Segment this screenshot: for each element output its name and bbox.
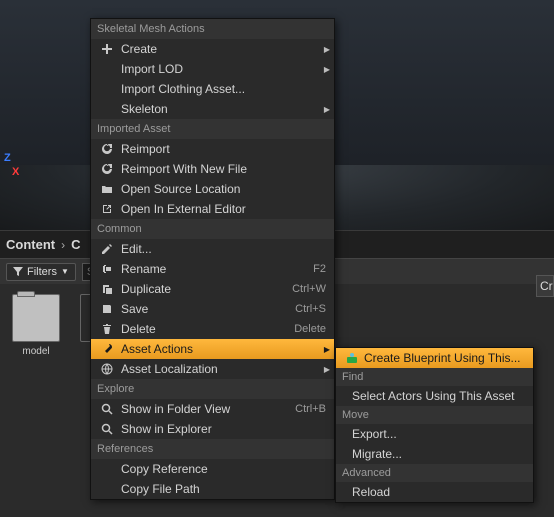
chevron-down-icon: ▼ bbox=[61, 267, 69, 276]
ctx-skeleton-label: Skeleton bbox=[121, 102, 320, 116]
breadcrumb-root[interactable]: Content bbox=[6, 237, 55, 252]
sub-migrate-label: Migrate... bbox=[352, 447, 533, 461]
ctx-reimport-new-label: Reimport With New File bbox=[121, 162, 334, 176]
ctx-header-skeletal: Skeletal Mesh Actions bbox=[91, 19, 334, 39]
ctx-delete[interactable]: Delete Delete bbox=[91, 319, 334, 339]
ctx-asset-localization-label: Asset Localization bbox=[121, 362, 320, 376]
magnifier-icon bbox=[99, 421, 115, 437]
sub-header-move: Move bbox=[336, 406, 533, 424]
breadcrumb-current[interactable]: C bbox=[71, 237, 80, 252]
folder-icon bbox=[12, 294, 60, 342]
external-icon bbox=[99, 201, 115, 217]
ctx-asset-actions[interactable]: Asset Actions bbox=[91, 339, 334, 359]
axis-z-label: Z bbox=[4, 152, 11, 164]
funnel-icon bbox=[13, 267, 23, 277]
ctx-create-label: Create bbox=[121, 42, 320, 56]
ctx-delete-shortcut: Delete bbox=[294, 323, 334, 335]
truncated-button[interactable]: Cr bbox=[536, 275, 554, 297]
ctx-rename[interactable]: Rename F2 bbox=[91, 259, 334, 279]
breadcrumb-chevron: › bbox=[61, 238, 65, 252]
ctx-header-references: References bbox=[91, 439, 334, 459]
sub-select-actors[interactable]: Select Actors Using This Asset bbox=[336, 386, 533, 406]
filters-label: Filters bbox=[27, 266, 57, 278]
ctx-folder-view[interactable]: Show in Folder View Ctrl+B bbox=[91, 399, 334, 419]
ctx-reimport-new[interactable]: Reimport With New File bbox=[91, 159, 334, 179]
ctx-rename-label: Rename bbox=[121, 262, 313, 276]
ctx-header-common: Common bbox=[91, 219, 334, 239]
globe-icon bbox=[99, 361, 115, 377]
asset-actions-submenu: Create Blueprint Using This... Find Sele… bbox=[335, 347, 534, 503]
ctx-duplicate[interactable]: Duplicate Ctrl+W bbox=[91, 279, 334, 299]
ctx-explorer-label: Show in Explorer bbox=[121, 422, 334, 436]
ctx-open-source[interactable]: Open Source Location bbox=[91, 179, 334, 199]
ctx-copy-ref-label: Copy Reference bbox=[121, 462, 334, 476]
ctx-import-lod[interactable]: Import LOD bbox=[91, 59, 334, 79]
ctx-edit[interactable]: Edit... bbox=[91, 239, 334, 259]
ctx-clothing[interactable]: Import Clothing Asset... bbox=[91, 79, 334, 99]
ctx-clothing-label: Import Clothing Asset... bbox=[121, 82, 334, 96]
sub-migrate[interactable]: Migrate... bbox=[336, 444, 533, 464]
ctx-reimport-label: Reimport bbox=[121, 142, 334, 156]
ctx-create[interactable]: Create bbox=[91, 39, 334, 59]
sub-header-advanced: Advanced bbox=[336, 464, 533, 482]
ctx-open-source-label: Open Source Location bbox=[121, 182, 334, 196]
pencil-icon bbox=[99, 241, 115, 257]
ctx-duplicate-shortcut: Ctrl+W bbox=[292, 283, 334, 295]
asset-folder[interactable]: model bbox=[8, 294, 64, 357]
ctx-header-explore: Explore bbox=[91, 379, 334, 399]
duplicate-icon bbox=[99, 281, 115, 297]
sub-reload[interactable]: Reload bbox=[336, 482, 533, 502]
sub-export-label: Export... bbox=[352, 427, 533, 441]
ctx-copy-ref[interactable]: Copy Reference bbox=[91, 459, 334, 479]
ctx-rename-shortcut: F2 bbox=[313, 263, 334, 275]
ctx-asset-actions-label: Asset Actions bbox=[121, 342, 320, 356]
sub-create-blueprint[interactable]: Create Blueprint Using This... bbox=[336, 348, 533, 368]
blueprint-icon bbox=[344, 350, 360, 366]
context-menu: Skeletal Mesh Actions Create Import LOD … bbox=[90, 18, 335, 500]
wrench-icon bbox=[99, 341, 115, 357]
plus-icon bbox=[99, 41, 115, 57]
ctx-asset-localization[interactable]: Asset Localization bbox=[91, 359, 334, 379]
filters-button[interactable]: Filters ▼ bbox=[6, 263, 76, 281]
ctx-reimport[interactable]: Reimport bbox=[91, 139, 334, 159]
ctx-folder-view-label: Show in Folder View bbox=[121, 402, 295, 416]
ctx-save-shortcut: Ctrl+S bbox=[295, 303, 334, 315]
trash-icon bbox=[99, 321, 115, 337]
ctx-import-lod-label: Import LOD bbox=[121, 62, 320, 76]
truncated-button-label: Cr bbox=[540, 279, 553, 293]
ctx-open-external-label: Open In External Editor bbox=[121, 202, 334, 216]
ctx-header-imported: Imported Asset bbox=[91, 119, 334, 139]
ctx-save-label: Save bbox=[121, 302, 295, 316]
ctx-skeleton[interactable]: Skeleton bbox=[91, 99, 334, 119]
ctx-folder-view-shortcut: Ctrl+B bbox=[295, 403, 334, 415]
ctx-open-external[interactable]: Open In External Editor bbox=[91, 199, 334, 219]
sub-export[interactable]: Export... bbox=[336, 424, 533, 444]
sub-create-blueprint-label: Create Blueprint Using This... bbox=[364, 351, 533, 365]
ctx-duplicate-label: Duplicate bbox=[121, 282, 292, 296]
sub-header-find: Find bbox=[336, 368, 533, 386]
save-icon bbox=[99, 301, 115, 317]
magnifier-icon bbox=[99, 401, 115, 417]
ctx-delete-label: Delete bbox=[121, 322, 294, 336]
asset-label: model bbox=[22, 346, 49, 357]
ctx-save[interactable]: Save Ctrl+S bbox=[91, 299, 334, 319]
folder-open-icon bbox=[99, 181, 115, 197]
rename-icon bbox=[99, 261, 115, 277]
ctx-copy-path[interactable]: Copy File Path bbox=[91, 479, 334, 499]
reimport-icon bbox=[99, 141, 115, 157]
reimport-new-icon bbox=[99, 161, 115, 177]
sub-reload-label: Reload bbox=[352, 485, 533, 499]
ctx-edit-label: Edit... bbox=[121, 242, 334, 256]
ctx-explorer[interactable]: Show in Explorer bbox=[91, 419, 334, 439]
ctx-copy-path-label: Copy File Path bbox=[121, 482, 334, 496]
sub-select-actors-label: Select Actors Using This Asset bbox=[352, 389, 533, 403]
